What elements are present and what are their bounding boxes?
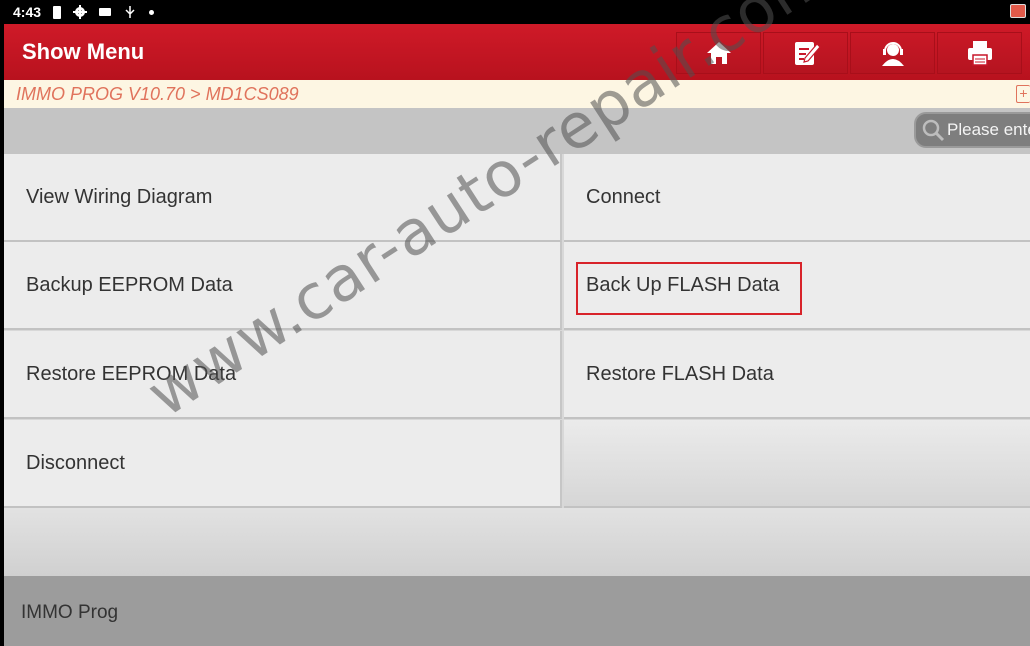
edit-report-icon (794, 42, 821, 65)
breadcrumb-bar: IMMO PROG V10.70 > MD1CS089 + (4, 80, 1030, 108)
menu-item-label: Connect (586, 185, 661, 208)
blank-area (4, 508, 1030, 576)
settings-icon (73, 5, 88, 19)
add-bookmark-icon[interactable]: + (1016, 85, 1030, 103)
app-window: Show Menu IMMO PROG V10.70 > MD1CS089 + … (4, 0, 1030, 646)
breadcrumb: IMMO PROG V10.70 > MD1CS089 (16, 84, 299, 104)
usb-icon (123, 5, 137, 19)
cast-icon (1010, 4, 1026, 18)
menu-item-back-up-flash-data[interactable]: Back Up FLASH Data (564, 242, 1030, 330)
search-input[interactable]: Please enter (914, 112, 1030, 148)
menu-item-label: Backup EEPROM Data (26, 273, 233, 296)
status-time: 4:43 (13, 4, 42, 20)
support-button[interactable] (850, 32, 935, 74)
menu-item-label: Disconnect (26, 451, 125, 474)
print-button[interactable] (937, 32, 1022, 74)
search-row: Please enter (4, 108, 1030, 154)
notification-dot-icon (149, 9, 155, 15)
report-button[interactable] (763, 32, 848, 74)
page-title: Show Menu (22, 39, 145, 64)
search-icon (922, 119, 945, 142)
menu-item-label: Restore FLASH Data (586, 362, 774, 385)
home-button[interactable] (676, 32, 761, 74)
header-bar: Show Menu (4, 24, 1030, 80)
menu-item-connect[interactable]: Connect (564, 154, 1030, 242)
menu-item-backup-eeprom-data[interactable]: Backup EEPROM Data (4, 242, 562, 330)
support-agent-icon (881, 42, 904, 66)
menu-item-label: Back Up FLASH Data (586, 273, 780, 296)
status-bar: 4:43 (0, 0, 1030, 24)
printer-icon (967, 41, 992, 66)
menu-item-restore-flash-data[interactable]: Restore FLASH Data (564, 331, 1030, 419)
menu-item-view-wiring-diagram[interactable]: View Wiring Diagram (4, 154, 562, 242)
footer-bar: IMMO Prog (4, 576, 1030, 646)
menu-item-empty (564, 420, 1030, 508)
search-placeholder: Please enter (947, 120, 1030, 139)
battery-icon (53, 5, 62, 19)
home-icon (706, 42, 731, 64)
menu-item-disconnect[interactable]: Disconnect (4, 420, 562, 508)
camera-icon (99, 8, 112, 16)
menu-item-restore-eeprom-data[interactable]: Restore EEPROM Data (4, 331, 562, 419)
footer-label: IMMO Prog (21, 602, 119, 623)
menu-item-label: Restore EEPROM Data (26, 362, 237, 385)
menu-item-label: View Wiring Diagram (26, 185, 213, 208)
